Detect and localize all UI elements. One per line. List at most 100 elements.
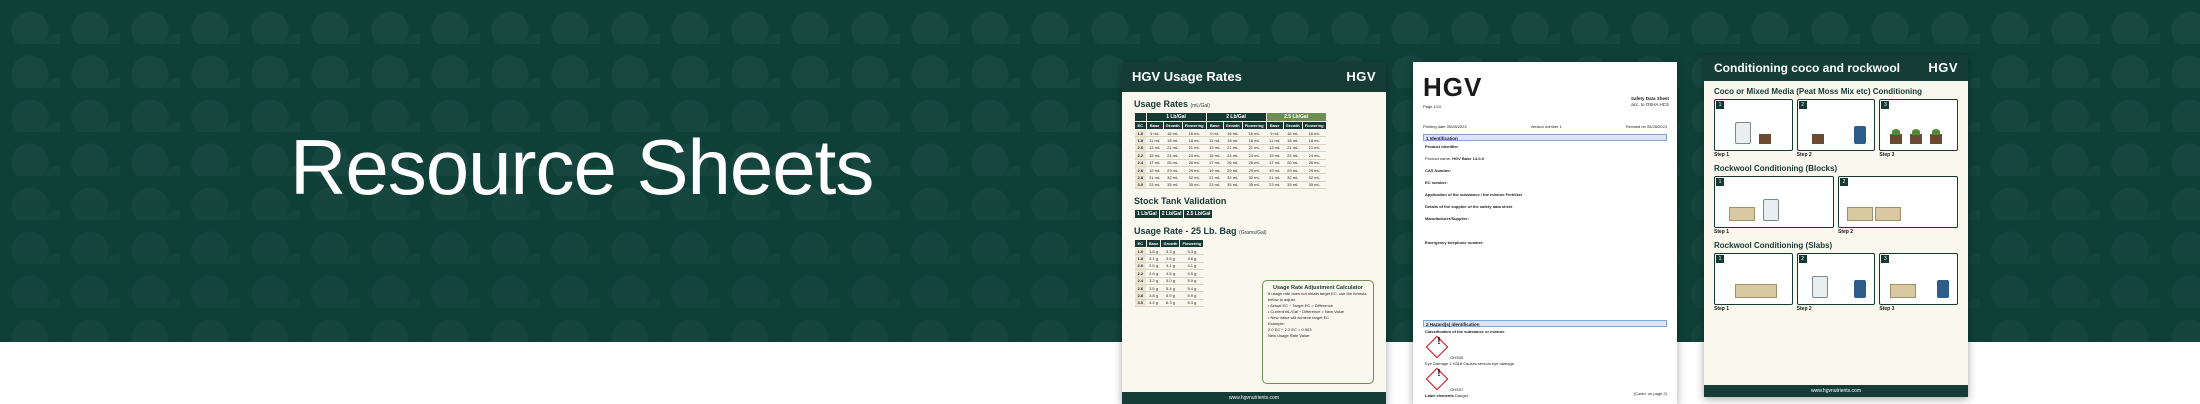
table-cell: 21 mL [1146,173,1164,182]
pot-icon [1910,134,1923,144]
sds-footer: (Contd. on page 2) [1633,391,1667,396]
blocks-steps: 1 2 [1714,176,1958,228]
step-illustration: 1 [1714,176,1834,228]
sheet-title: HGV Usage Rates [1132,69,1242,84]
table-cell: 24 mL [1182,151,1207,160]
step-label: Step 1 [1714,152,1730,158]
usage-rates-heading: Usage Rates (mL/Gal) [1134,99,1374,109]
hgv-logo: HGV [1423,72,1483,102]
signal-word: Danger [1455,393,1469,398]
table-cell: 4.5 g [1160,269,1180,278]
table-row: 2.8 3.8 g 5.9 g 5.9 g [1134,291,1204,300]
table-row: 1.8 2.1 g 3.6 g 3.6 g [1134,254,1204,263]
table-cell: 19 mL [1266,166,1284,175]
step-number: 1 [1716,255,1724,263]
stock-tank-title: Stock Tank Validation [1134,196,1227,206]
nutrient-jug-icon [1763,199,1779,221]
table-cell: 26 mL [1163,159,1183,167]
revised-date: Revised on 05/28/2023 [1625,124,1667,129]
group-header: 2.5 Lb/Gal [1265,112,1327,122]
table-cell: 32 mL [1283,173,1303,182]
group-header: 2 Lb/Gal [1205,112,1267,122]
column-header: Base [1145,121,1164,130]
nutrient-jug-icon [1735,122,1751,144]
product-name-label: Product name: [1425,156,1452,161]
table-row: 2.6 19 mL 29 mL 29 mL 19 mL 29 mL 29 mL 19 mL 29… [1134,166,1327,175]
table-cell: 5.9 g [1179,291,1204,300]
table-cell: 13 mL [1266,144,1284,153]
table-cell: 21 mL [1206,173,1224,182]
group-header: 2.5 Lb/Gal [1183,209,1214,219]
nutrient-jug-icon [1811,276,1828,298]
sds-page: Page 1/10 [1423,104,1667,109]
ec-meter-icon [1854,126,1867,144]
table-cell: 9 mL [1266,129,1284,138]
table-cell: 26 mL [1283,159,1303,167]
table-cell: 24 mL [1163,151,1183,160]
table-cell: 26 mL [1302,159,1327,167]
table-row: 2.2 2.8 g 4.5 g 4.5 g [1134,269,1204,278]
table-cell: 19 mL [1206,166,1224,175]
column-header: Growth [1282,121,1303,130]
pot-icon [1759,134,1771,144]
safety-data-sheet[interactable]: HGV Safety Data Sheet acc. to OSHA HCS P… [1413,62,1677,404]
step-number: 2 [1798,101,1807,109]
group-header: 1 Lb/Gal [1145,112,1207,122]
classification-label: Classification of the substance or mixtu… [1425,329,1505,334]
table-row: 2.0 13 mL 21 mL 21 mL 13 mL 21 mL 21 mL 13 mL 21… [1134,144,1327,153]
table-cell: 35 mL [1242,181,1267,190]
section-2-bar: 2 Hazard(s) identification [1423,320,1667,327]
coco-steps: 1 2 3 [1714,99,1959,151]
column-header: Growth [1222,121,1243,130]
table-cell: 24 mL [1283,151,1303,160]
sheet-footer: www.hgvnutrients.com [1122,392,1386,404]
usage-rates-title: Usage Rates [1134,99,1189,109]
manufacturer-label: Manufacturer/Supplier: [1425,216,1469,221]
step-illustration: 2 [1796,99,1876,151]
table-row: 2.2 15 mL 24 mL 24 mL 15 mL 24 mL 24 mL 15 mL 24… [1134,151,1327,160]
page-number: Page 1/10 [1423,104,1442,109]
table-cell: 35 mL [1163,181,1183,190]
ec-label: EC number: [1425,180,1448,185]
column-header: Flowering [1241,121,1267,130]
table-cell: 5.0 g [1179,277,1204,285]
table-cell: 24 mL [1302,151,1327,160]
plant-icon [1912,129,1921,135]
table-cell: 32 mL [1223,173,1243,182]
calculator-line: If usage rate does not obtain target EC,… [1268,291,1367,302]
table-cell: 29 mL [1283,166,1303,175]
conditioning-sheet[interactable]: Conditioning coco and rockwool HGV Coco … [1704,55,1968,397]
sheet-title: Conditioning coco and rockwool [1714,61,1900,75]
ghs07-label: GHS07 [1450,387,1464,392]
table-cell: 2.5 g [1146,262,1161,271]
rockwool-slab-icon [1735,284,1777,298]
table-cell: 5.0 g [1160,277,1180,285]
step-number: 1 [1716,101,1724,109]
plant-icon [1892,129,1901,135]
table-cell: 11 mL [1266,136,1284,145]
group-header: 2 Lb/Gal [1158,209,1185,219]
table-cell: 29 mL [1182,166,1207,175]
hgv-logo: HGV [1928,60,1958,75]
identification-text: Product identifier Product name: HGV Bas… [1425,144,1665,246]
ec-cell: 3.0 [1134,181,1147,190]
table-cell: 2.1 g [1146,254,1161,263]
table-row: 2.4 3.2 g 5.0 g 5.0 g [1134,277,1204,285]
step-label: Step 2 [1838,229,1854,235]
column-header: EC [1134,121,1147,130]
table-cell: 16 mL [1302,129,1327,138]
table-cell: 18 mL [1242,136,1267,145]
table-cell: 2.8 g [1146,269,1161,278]
rockwool-block-icon [1847,207,1873,221]
step-number: 1 [1716,178,1724,186]
step-illustration: 2 [1838,176,1958,228]
usage-rates-sheet[interactable]: HGV Usage Rates HGV Usage Rates (mL/Gal)… [1122,62,1386,404]
table-cell: 26 mL [1223,159,1243,167]
table-cell: 16 mL [1223,129,1243,138]
table-cell: 21 mL [1283,144,1303,153]
sheet-header: Conditioning coco and rockwool HGV [1704,55,1968,81]
table-cell: 32 mL [1242,173,1267,182]
table-cell: 15 mL [1266,151,1284,160]
table-row: 3.0 23 mL 35 mL 35 mL 23 mL 35 mL 35 mL 23 mL 35… [1134,181,1327,190]
step-illustration: 1 [1714,253,1793,305]
